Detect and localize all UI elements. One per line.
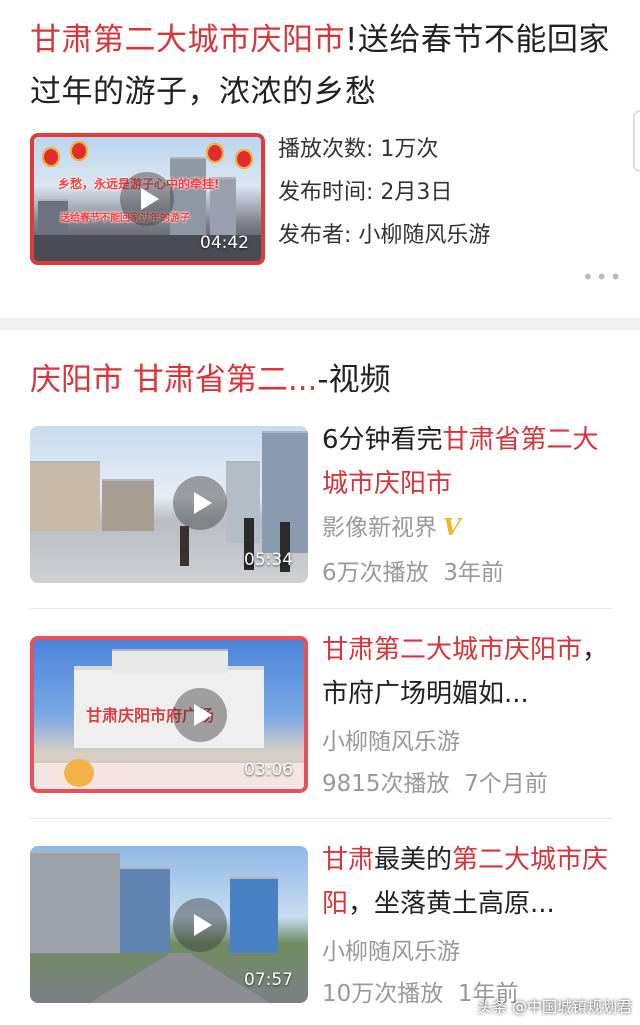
video-stats: 9815次播放 7个月前 (322, 764, 548, 798)
video-list-item[interactable]: 甘肃庆阳市府广场 03:06 甘肃第二大城市庆阳市，市府广场明媚如... 小柳随… (0, 635, 640, 798)
video-thumbnail[interactable]: 甘肃庆阳市府广场 03:06 (30, 636, 308, 793)
publisher[interactable]: 发布者: 小柳随风乐游 (278, 217, 490, 249)
video-thumbnail[interactable]: 乡愁，永远是游子心中的牵挂! 送给春节不能回家过年的游子 04:42 (30, 133, 265, 265)
watermark: 头条 @中国城镇规划君 (477, 998, 632, 1016)
thumb-building (230, 877, 278, 953)
video-list-item[interactable]: 07:57 甘肃最美的第二大城市庆阳，坐落黄土高原... 小柳随风乐游 10万次… (0, 845, 640, 1007)
side-handle[interactable] (633, 110, 640, 172)
divider (30, 818, 612, 819)
thumb-pedestrian (180, 526, 189, 566)
play-icon[interactable] (120, 172, 174, 226)
video-list-item[interactable]: 05:34 6分钟看完甘肃省第二大城市庆阳市 影像新视界 V 6万次播放 3年前 (0, 425, 640, 587)
play-count: 10万次播放 (322, 981, 444, 1007)
title-part: ，坐落黄土高原... (348, 889, 555, 919)
section-heading[interactable]: 庆阳市 甘肃省第二...-视频 (30, 358, 391, 402)
video-duration: 05:34 (244, 550, 293, 570)
thumb-building (102, 479, 154, 531)
title-part: 最美的 (374, 845, 453, 875)
video-thumbnail[interactable]: 07:57 (30, 846, 308, 1003)
video-age: 3年前 (443, 560, 504, 586)
video-duration: 03:06 (244, 760, 293, 780)
video-duration: 07:57 (244, 970, 293, 990)
publish-time: 发布时间: 2月3日 (278, 180, 453, 205)
video-stats: 6万次播放 3年前 (322, 553, 504, 587)
video-title[interactable]: 甘肃最美的第二大城市庆阳，坐落黄土高原... (322, 838, 612, 926)
video-author[interactable]: 小柳随风乐游 (322, 932, 460, 966)
play-count: 6万次播放 (322, 560, 429, 586)
play-icon[interactable] (173, 688, 227, 742)
divider (30, 608, 612, 609)
related-videos-card: 庆阳市 甘肃省第二...-视频 05:34 6分钟看完甘肃省第二大城市庆阳市 影… (0, 330, 640, 1025)
title-highlight: 甘肃第二大城市庆阳市 (322, 635, 583, 665)
video-thumbnail[interactable]: 05:34 (30, 426, 308, 583)
verified-badge-icon: V (443, 514, 461, 541)
thumb-building (30, 851, 120, 953)
thumb-building (30, 461, 100, 531)
thumb-building (226, 461, 260, 543)
video-author[interactable]: 小柳随风乐游 (322, 722, 460, 756)
heading-highlight: 庆阳市 甘肃省第二... (30, 362, 318, 398)
heading-rest: -视频 (317, 362, 391, 398)
video-title[interactable]: 甘肃第二大城市庆阳市，市府广场明媚如... (322, 628, 612, 716)
more-options-icon[interactable]: ••• (582, 265, 623, 289)
video-author[interactable]: 影像新视界 V (322, 508, 461, 542)
video-age: 7个月前 (464, 771, 548, 797)
title-highlight: 甘肃 (322, 845, 375, 875)
author-name: 影像新视界 (322, 515, 437, 541)
video-title[interactable]: 6分钟看完甘肃省第二大城市庆阳市 (322, 418, 612, 506)
video-duration: 04:42 (200, 233, 249, 253)
play-icon[interactable] (173, 898, 227, 952)
play-count: 播放次数: 1万次 (278, 137, 439, 162)
video-result-card[interactable]: 甘肃第二大城市庆阳市!送给春节不能回家过年的游子，浓浓的乡愁 乡愁，永远是游子心… (0, 0, 640, 318)
video-title[interactable]: 甘肃第二大城市庆阳市!送给春节不能回家过年的游子，浓浓的乡愁 (30, 14, 620, 118)
play-icon[interactable] (173, 476, 227, 530)
title-highlight: 甘肃第二大城市庆阳市 (30, 22, 345, 58)
thumb-building (120, 867, 170, 953)
play-count: 9815次播放 (322, 771, 450, 797)
title-part: 6分钟看完 (322, 425, 443, 455)
